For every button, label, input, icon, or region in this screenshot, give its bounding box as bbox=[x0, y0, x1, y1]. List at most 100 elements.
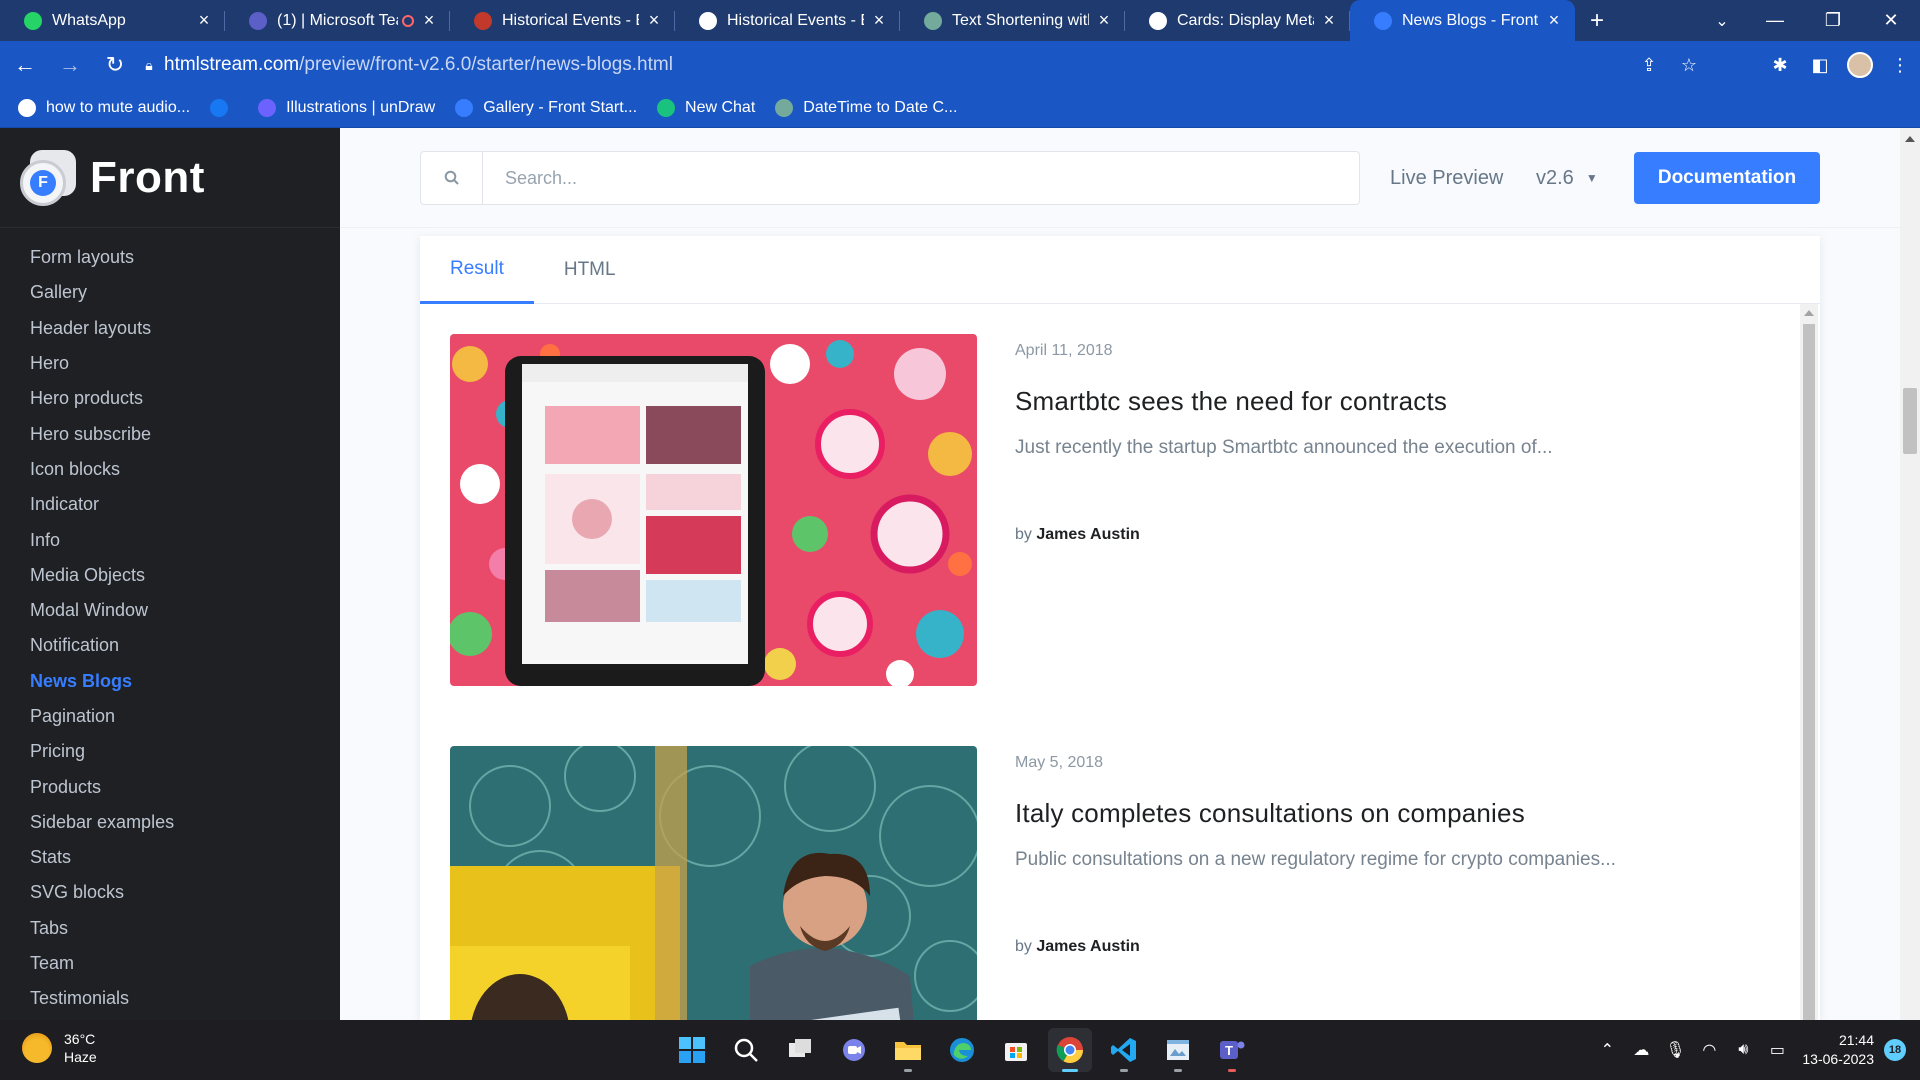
sidebar-item-media-objects[interactable]: Media Objects bbox=[0, 558, 340, 593]
sidebar-item-gallery[interactable]: Gallery bbox=[0, 275, 340, 310]
restore-button[interactable]: ❐ bbox=[1804, 0, 1862, 41]
sidebar-item-tabs[interactable]: Tabs bbox=[0, 911, 340, 946]
sidebar-item-indicator[interactable]: Indicator bbox=[0, 487, 340, 522]
sidebar-item-hero[interactable]: Hero bbox=[0, 346, 340, 381]
close-tab-icon[interactable]: × bbox=[1320, 10, 1338, 31]
page-scrollbar[interactable] bbox=[1900, 128, 1920, 1020]
tab-result[interactable]: Result bbox=[420, 236, 534, 304]
sidebar-item-info[interactable]: Info bbox=[0, 522, 340, 557]
sidebar-item-form-layouts[interactable]: Form layouts bbox=[0, 240, 340, 275]
forward-button[interactable]: → bbox=[50, 45, 90, 85]
browser-tab[interactable]: News Blogs - Front St × bbox=[1350, 0, 1575, 41]
lock-icon[interactable]: 🔒︎ bbox=[134, 57, 164, 74]
close-tab-icon[interactable]: × bbox=[1545, 10, 1563, 31]
back-button[interactable]: ← bbox=[5, 45, 45, 85]
sidebar-item-svg-blocks[interactable]: SVG blocks bbox=[0, 875, 340, 910]
sidebar-item-notification[interactable]: Notification bbox=[0, 628, 340, 663]
battery-icon[interactable]: ▭ bbox=[1760, 1040, 1794, 1060]
browser-tab[interactable]: Historical Events - Exp × bbox=[450, 0, 675, 41]
address-bar[interactable]: 🔒︎ htmlstream.com/preview/front-v2.6.0/s… bbox=[134, 46, 1709, 84]
close-window-button[interactable]: ✕ bbox=[1862, 0, 1920, 41]
bookmark-item[interactable] bbox=[210, 99, 238, 117]
post-title-link[interactable]: Italy completes consultations on compani… bbox=[1015, 798, 1525, 829]
sidebar-item-pricing[interactable]: Pricing bbox=[0, 734, 340, 769]
sidebar-item-hero-products[interactable]: Hero products bbox=[0, 381, 340, 416]
author-name-link[interactable]: James Austin bbox=[1036, 938, 1139, 955]
close-tab-icon[interactable]: × bbox=[645, 10, 663, 31]
reload-button[interactable]: ↻ bbox=[95, 45, 135, 85]
post-image-tablet-confetti[interactable] bbox=[450, 334, 977, 686]
new-tab-button[interactable]: + bbox=[1575, 0, 1619, 41]
close-tab-icon[interactable]: × bbox=[1095, 10, 1113, 31]
profile-avatar[interactable] bbox=[1847, 52, 1873, 78]
browser-tab[interactable]: Cards: Display Meta (× bbox=[1125, 0, 1350, 41]
scrollbar-thumb[interactable] bbox=[1903, 388, 1917, 454]
chrome-button[interactable] bbox=[1048, 1028, 1092, 1072]
sidebar-item-testimonials[interactable]: Testimonials bbox=[0, 981, 340, 1016]
sidebar-item-pagination[interactable]: Pagination bbox=[0, 699, 340, 734]
close-tab-icon[interactable]: × bbox=[420, 10, 438, 31]
sidebar-item-news-blogs[interactable]: News Blogs bbox=[0, 664, 340, 699]
sidebar-item-hero-subscribe[interactable]: Hero subscribe bbox=[0, 416, 340, 451]
bookmark-item[interactable]: how to mute audio... bbox=[18, 99, 190, 117]
browser-tab[interactable]: Historical Events - Exp × bbox=[675, 0, 900, 41]
bookmark-item[interactable]: DateTime to Date C... bbox=[775, 99, 957, 117]
browser-tab[interactable]: Text Shortening with × bbox=[900, 0, 1125, 41]
store-button[interactable] bbox=[994, 1028, 1038, 1072]
minimize-button[interactable]: — bbox=[1746, 0, 1804, 41]
sidebar-item-header-layouts[interactable]: Header layouts bbox=[0, 311, 340, 346]
bookmark-item[interactable]: New Chat bbox=[657, 99, 755, 117]
close-tab-icon[interactable]: × bbox=[195, 10, 213, 31]
onedrive-offline-icon[interactable]: ☁ bbox=[1624, 1040, 1658, 1060]
volume-icon[interactable]: 🔊︎ bbox=[1726, 1041, 1760, 1059]
chrome-menu-icon[interactable]: ⋮ bbox=[1880, 55, 1920, 76]
tab-html[interactable]: HTML bbox=[534, 236, 646, 304]
meet-button[interactable] bbox=[832, 1028, 876, 1072]
clock[interactable]: 21:44 13-06-2023 bbox=[1802, 1031, 1874, 1069]
chevron-up-icon[interactable]: ⌃ bbox=[1590, 1040, 1624, 1060]
bookmark-item[interactable]: Gallery - Front Start... bbox=[455, 99, 637, 117]
weather-widget[interactable]: 36°C Haze bbox=[22, 1030, 97, 1066]
documentation-button[interactable]: Documentation bbox=[1634, 152, 1820, 204]
tab-search-icon[interactable]: ⌄ bbox=[1702, 0, 1742, 41]
notification-count-badge[interactable]: 18 bbox=[1884, 1039, 1906, 1061]
wifi-icon[interactable]: ◠ bbox=[1692, 1040, 1726, 1060]
scrollbar-thumb[interactable] bbox=[1803, 324, 1815, 1020]
search-input[interactable] bbox=[483, 167, 1343, 189]
sidebar-item-modal-window[interactable]: Modal Window bbox=[0, 593, 340, 628]
result-frame: April 11, 2018 Smartbtc sees the need fo… bbox=[420, 304, 1800, 1020]
bookmark-star-icon[interactable]: ☆ bbox=[1669, 55, 1709, 76]
vscode-button[interactable] bbox=[1102, 1028, 1146, 1072]
scroll-up-arrow-icon[interactable] bbox=[1905, 136, 1915, 142]
side-panel-icon[interactable]: ◧ bbox=[1800, 55, 1840, 76]
task-view-button[interactable] bbox=[778, 1028, 822, 1072]
search-button[interactable] bbox=[724, 1028, 768, 1072]
teams-icon: T bbox=[1220, 1041, 1245, 1059]
sidebar-item-team[interactable]: Team bbox=[0, 946, 340, 981]
brand[interactable]: F Front bbox=[0, 128, 340, 228]
microphone-icon[interactable]: 🎙︎ bbox=[1658, 1040, 1692, 1060]
close-tab-icon[interactable]: × bbox=[870, 10, 888, 31]
browser-tab[interactable]: WhatsApp × bbox=[0, 0, 225, 41]
extensions-puzzle-icon[interactable]: ✱ bbox=[1760, 55, 1800, 76]
sidebar-item-icon-blocks[interactable]: Icon blocks bbox=[0, 452, 340, 487]
post-image-office-meeting[interactable] bbox=[450, 746, 977, 1020]
post-title-link[interactable]: Smartbtc sees the need for contracts bbox=[1015, 386, 1447, 417]
sidebar-item-sidebar-examples[interactable]: Sidebar examples bbox=[0, 805, 340, 840]
live-preview-link[interactable]: Live Preview bbox=[1390, 151, 1503, 205]
edge-button[interactable] bbox=[940, 1028, 984, 1072]
sidebar-item-stats[interactable]: Stats bbox=[0, 840, 340, 875]
share-icon[interactable]: ⇪ bbox=[1629, 55, 1669, 76]
bookmark-item[interactable]: Illustrations | unDraw bbox=[258, 99, 435, 117]
result-scrollbar[interactable] bbox=[1800, 304, 1818, 1020]
teams-button[interactable]: T bbox=[1210, 1028, 1254, 1072]
file-explorer-button[interactable] bbox=[886, 1028, 930, 1072]
scroll-up-arrow-icon[interactable] bbox=[1804, 310, 1814, 316]
search-icon[interactable] bbox=[421, 152, 483, 204]
author-name-link[interactable]: James Austin bbox=[1036, 526, 1139, 543]
browser-tab[interactable]: (1) | Microsoft Tea × bbox=[225, 0, 450, 41]
photos-button[interactable] bbox=[1156, 1028, 1200, 1072]
start-button[interactable] bbox=[670, 1028, 714, 1072]
sidebar-item-products[interactable]: Products bbox=[0, 769, 340, 804]
version-dropdown[interactable]: v2.6 ▼ bbox=[1536, 151, 1598, 205]
